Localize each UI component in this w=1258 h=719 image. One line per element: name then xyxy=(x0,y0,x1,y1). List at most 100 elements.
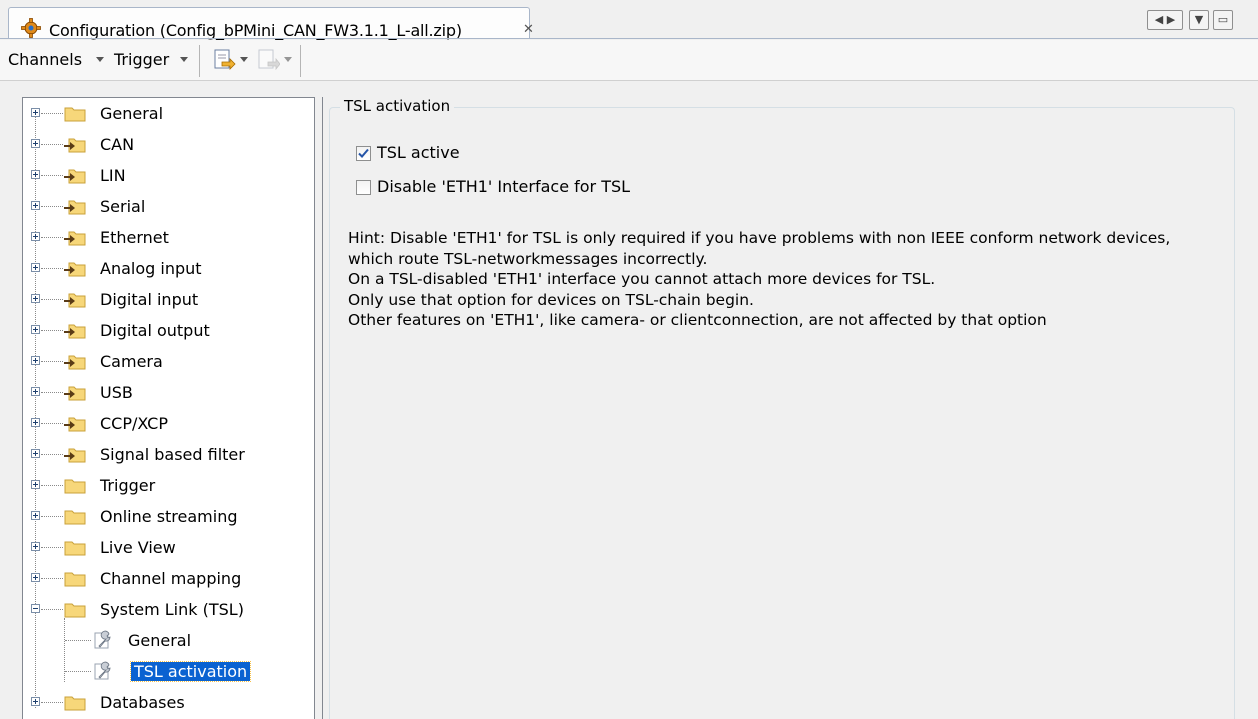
tree-item-system-link-tsl[interactable]: System Link (TSL) xyxy=(23,595,314,625)
tsl-active-checkbox[interactable] xyxy=(356,146,371,161)
editor-tab-bar: Configuration (Config_bPMini_CAN_FW3.1.1… xyxy=(0,0,1258,40)
expand-icon[interactable] xyxy=(31,108,40,117)
tree-item-label: LIN xyxy=(100,166,126,185)
folder-icon xyxy=(64,107,86,122)
hint-text: Hint: Disable 'ETH1' for TSL is only req… xyxy=(348,228,1228,331)
tree-item-label: Ethernet xyxy=(100,228,169,247)
tab-navigation-button[interactable]: ◀ ▶ xyxy=(1147,10,1183,30)
tree-item-label: System Link (TSL) xyxy=(100,600,244,619)
wrench-icon xyxy=(94,630,111,649)
tree-item-databases[interactable]: Databases xyxy=(23,688,314,718)
trigger-dropdown-icon[interactable] xyxy=(180,57,188,62)
maximize-view-button[interactable]: ▭ xyxy=(1213,10,1233,30)
tree-item-trigger[interactable]: Trigger xyxy=(23,471,314,501)
group-title: TSL activation xyxy=(340,97,455,115)
tree-item-label: Analog input xyxy=(100,259,202,278)
tsl-activation-group: TSL activation TSL active Disable 'ETH1'… xyxy=(329,97,1235,719)
toolbar-separator xyxy=(300,45,301,77)
configuration-tab[interactable]: Configuration (Config_bPMini_CAN_FW3.1.1… xyxy=(8,7,534,40)
export-dropdown-icon xyxy=(284,57,292,62)
expand-icon[interactable] xyxy=(31,480,40,489)
folder-icon xyxy=(64,510,86,525)
toolbar-separator xyxy=(199,45,200,77)
configuration-tree[interactable]: General CAN LIN Serial Ethernet Analog i… xyxy=(22,97,315,719)
tree-item-serial[interactable]: Serial xyxy=(23,192,314,222)
tree-item-analog-input[interactable]: Analog input xyxy=(23,254,314,284)
plug-folder-icon xyxy=(64,448,86,463)
close-tab-icon[interactable]: ✕ xyxy=(523,22,534,37)
tree-item-label: Channel mapping xyxy=(100,569,242,588)
tree-item-label: Trigger xyxy=(100,476,156,495)
expand-icon[interactable] xyxy=(31,573,40,582)
hint-line: Only use that option for devices on TSL-… xyxy=(348,290,754,309)
expand-icon[interactable] xyxy=(31,511,40,520)
folder-icon xyxy=(64,603,86,618)
disable-eth1-checkbox[interactable] xyxy=(356,180,371,195)
minimize-view-button[interactable]: ▼ xyxy=(1189,10,1209,30)
trigger-menu-button[interactable]: Trigger xyxy=(114,50,169,69)
expand-icon[interactable] xyxy=(31,325,40,334)
wrench-icon xyxy=(94,661,111,680)
tree-item-live-view[interactable]: Live View xyxy=(23,533,314,563)
expand-icon[interactable] xyxy=(31,418,40,427)
folder-icon xyxy=(64,479,86,494)
tab-divider xyxy=(0,38,1258,39)
tree-item-label: Camera xyxy=(100,352,163,371)
tree-item-channel-mapping[interactable]: Channel mapping xyxy=(23,564,314,594)
tree-item-label: USB xyxy=(100,383,133,402)
expand-icon[interactable] xyxy=(31,449,40,458)
settings-panel: TSL activation TSL active Disable 'ETH1'… xyxy=(322,97,1258,719)
expand-icon[interactable] xyxy=(31,232,40,241)
channels-menu-button[interactable]: Channels xyxy=(8,50,82,69)
disable-eth1-label[interactable]: Disable 'ETH1' Interface for TSL xyxy=(377,177,630,196)
tree-item-digital-output[interactable]: Digital output xyxy=(23,316,314,346)
import-icon[interactable] xyxy=(212,48,236,72)
expand-icon[interactable] xyxy=(31,170,40,179)
tree-item-can[interactable]: CAN xyxy=(23,130,314,160)
tree-item-general[interactable]: General xyxy=(23,99,314,129)
tree-item-label: Signal based filter xyxy=(100,445,245,464)
gear-icon xyxy=(21,18,41,38)
tree-item-label: CAN xyxy=(100,135,135,154)
expand-icon[interactable] xyxy=(31,542,40,551)
expand-icon[interactable] xyxy=(31,697,40,706)
folder-icon xyxy=(64,572,86,587)
tree-item-signal-based-filter[interactable]: Signal based filter xyxy=(23,440,314,470)
plug-folder-icon xyxy=(64,355,86,370)
export-icon xyxy=(258,49,280,71)
channels-dropdown-icon[interactable] xyxy=(96,57,104,62)
expand-icon[interactable] xyxy=(31,263,40,272)
tree-item-tsl-activation[interactable]: TSL activation xyxy=(23,657,314,687)
expand-icon[interactable] xyxy=(31,356,40,365)
plug-folder-icon xyxy=(64,262,86,277)
tree-item-usb[interactable]: USB xyxy=(23,378,314,408)
hint-line: which route TSL-networkmessages incorrec… xyxy=(348,249,708,268)
tree-item-digital-input[interactable]: Digital input xyxy=(23,285,314,315)
collapse-icon[interactable] xyxy=(31,604,40,613)
plug-folder-icon xyxy=(64,138,86,153)
tree-item-ccp-xcp[interactable]: CCP/XCP xyxy=(23,409,314,439)
tree-item-ethernet[interactable]: Ethernet xyxy=(23,223,314,253)
plug-folder-icon xyxy=(64,417,86,432)
tree-item-label: General xyxy=(128,631,192,650)
tree-item-tsl-general[interactable]: General xyxy=(23,626,314,656)
expand-icon[interactable] xyxy=(31,294,40,303)
folder-icon xyxy=(64,696,86,711)
tsl-active-label[interactable]: TSL active xyxy=(377,143,460,162)
plug-folder-icon xyxy=(64,293,86,308)
hint-line: Hint: Disable 'ETH1' for TSL is only req… xyxy=(348,229,1171,247)
plug-folder-icon xyxy=(64,200,86,215)
tree-item-camera[interactable]: Camera xyxy=(23,347,314,377)
import-dropdown-icon[interactable] xyxy=(240,57,248,62)
expand-icon[interactable] xyxy=(31,387,40,396)
tree-item-label: General xyxy=(100,104,164,123)
expand-icon[interactable] xyxy=(31,201,40,210)
expand-icon[interactable] xyxy=(31,139,40,148)
hint-line: On a TSL-disabled 'ETH1' interface you c… xyxy=(348,270,936,288)
tree-item-label: CCP/XCP xyxy=(100,414,168,433)
tree-item-online-streaming[interactable]: Online streaming xyxy=(23,502,314,532)
plug-folder-icon xyxy=(64,386,86,401)
tree-item-lin[interactable]: LIN xyxy=(23,161,314,191)
tree-item-label: Online streaming xyxy=(100,507,238,526)
tree-item-label: Serial xyxy=(100,197,146,216)
